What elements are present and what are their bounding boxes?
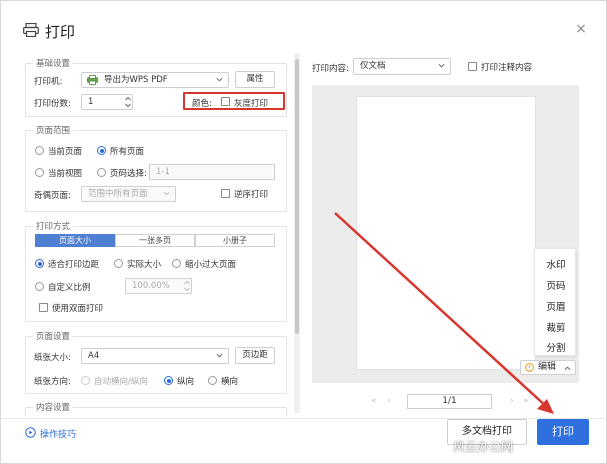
print-button[interactable]: 打印 [537,419,589,445]
highlight-annotation-box [183,92,285,110]
settings-scrollbar-thumb[interactable] [295,59,299,334]
side-menu-page-number[interactable]: 页码 [535,278,577,292]
actual-size-label: 实际大小 [127,260,162,270]
last-page-icon[interactable]: » [523,396,529,406]
side-menu-watermark[interactable]: 水印 [535,257,577,271]
custom-scale-radio[interactable] [35,282,44,291]
odd-even-value: 范围中所有页面 [88,189,148,199]
properties-button[interactable]: 属性 [235,71,275,88]
custom-scale-label: 自定义比例 [48,283,91,293]
paper-size-label: 纸张大小: [34,353,71,363]
actual-size-radio[interactable] [114,259,123,268]
next-page-icon[interactable]: › [510,396,514,406]
content-settings-legend: 内容设置 [33,401,74,413]
reverse-print-label: 逆序打印 [234,190,269,200]
print-annotations-label: 打印注释内容 [481,63,533,73]
fit-margins-label: 适合打印边距 [48,260,100,270]
fit-margins-radio[interactable] [35,259,44,268]
tips-link[interactable]: 操作技巧 [40,427,76,440]
tab-page-size[interactable]: 页面大小 [35,234,115,247]
printer-select-value: 导出为WPS PDF [104,75,168,85]
print-content-value: 仅文档 [360,61,386,71]
portrait-radio[interactable] [164,376,173,385]
portrait-label: 纵向 [177,377,195,387]
copies-value: 1 [88,97,94,107]
side-menu-crop[interactable]: 裁剪 [535,320,577,334]
edit-button[interactable]: 编辑 [520,360,576,375]
margins-button[interactable]: 页边距 [235,347,275,364]
page-select-radio[interactable] [97,168,106,177]
shrink-radio[interactable] [172,259,181,268]
pdf-printer-icon [87,75,98,85]
page-range-legend: 页面范围 [33,124,74,136]
page-select-input[interactable]: 1-1 [149,164,275,180]
all-pages-label: 所有页面 [110,147,145,157]
tips-icon[interactable] [25,427,36,438]
auto-orientation-radio[interactable] [81,376,90,385]
page-setup-legend: 页面设置 [33,330,74,342]
close-icon[interactable]: × [573,21,589,37]
reverse-print-checkbox[interactable] [221,189,230,198]
print-content-label: 打印内容: [312,64,349,74]
print-content-select[interactable]: 仅文档 [353,58,451,75]
dialog-title: 打印 [45,23,76,41]
chevron-up-icon [564,366,571,371]
tab-multi-page[interactable]: 一张多页 [115,234,195,247]
preview-side-menu: 水印 页码 页眉 裁剪 分割 [534,248,576,356]
current-page-radio[interactable] [35,146,44,155]
scale-stepper-icon[interactable] [183,279,191,293]
printer-icon [23,23,39,37]
page-select-label: 页码选择: [110,169,147,179]
chevron-down-icon [216,77,223,82]
first-page-icon[interactable]: « [371,396,377,406]
page-indicator[interactable]: 1/1 [407,394,492,409]
copies-label: 打印份数: [34,99,71,109]
auto-orientation-label: 自动横向/纵向 [94,377,148,387]
print-annotations-checkbox[interactable] [468,62,477,71]
tab-booklet[interactable]: 小册子 [195,234,275,247]
landscape-label: 横向 [221,377,239,387]
chevron-down-icon [163,191,170,196]
print-mode-legend: 打印方式 [33,220,74,232]
custom-scale-input[interactable]: 100.00% [125,278,192,294]
edit-label: 编辑 [538,362,557,372]
prev-page-icon[interactable]: ‹ [387,396,391,406]
basic-settings-legend: 基础设置 [33,57,74,69]
shrink-label: 缩小过大页面 [185,260,237,270]
print-dialog: 打印 × 基础设置 打印机: 导出为WPS PDF 属性 打印份数: 1 颜色:… [0,0,607,464]
odd-even-select[interactable]: 范围中所有页面 [81,186,176,202]
watermark-text: 风云办公网 [453,440,514,454]
orientation-label: 纸张方向: [34,377,71,387]
paper-size-value: A4 [88,351,100,361]
chevron-down-icon [438,63,445,68]
printer-label: 打印机: [34,77,63,87]
current-view-radio[interactable] [35,168,44,177]
chevron-down-icon [216,353,223,358]
stepper-arrows-icon[interactable] [124,95,132,109]
printer-select[interactable]: 导出为WPS PDF [81,72,229,88]
side-menu-header[interactable]: 页眉 [535,299,577,313]
duplex-label: 使用双面打印 [52,304,104,314]
side-menu-split[interactable]: 分割 [535,340,577,354]
duplex-checkbox[interactable] [39,303,48,312]
landscape-radio[interactable] [208,376,217,385]
all-pages-radio[interactable] [97,146,106,155]
paper-size-select[interactable]: A4 [81,348,229,364]
edit-badge-icon [525,363,534,372]
current-page-label: 当前页面 [48,147,83,157]
current-view-label: 当前视图 [48,169,83,179]
odd-even-label: 奇偶页面: [34,191,71,201]
preview-page [356,96,536,370]
